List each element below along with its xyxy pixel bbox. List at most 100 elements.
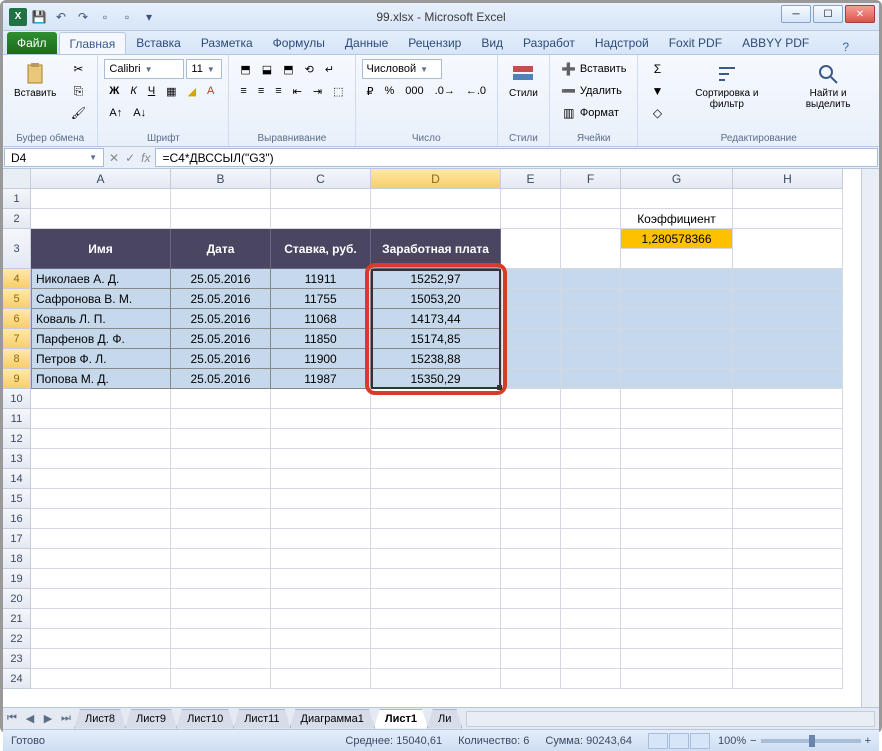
cell[interactable] — [31, 669, 171, 689]
cell[interactable] — [621, 549, 733, 569]
tab-developer[interactable]: Разработ — [513, 32, 585, 54]
cell[interactable] — [171, 529, 271, 549]
qat-item[interactable]: ▫ — [95, 7, 115, 27]
cell[interactable] — [171, 489, 271, 509]
name-box[interactable]: D4▼ — [4, 148, 104, 167]
tab-home[interactable]: Главная — [59, 32, 127, 54]
shrink-font-button[interactable]: A↓ — [128, 103, 151, 123]
indent-inc-button[interactable]: ⇥ — [308, 81, 327, 101]
zoom-level[interactable]: 100% — [718, 735, 746, 747]
dec-decimal-button[interactable]: ←.0 — [461, 81, 491, 101]
cell[interactable] — [561, 449, 621, 469]
sort-filter-button[interactable]: Сортировка и фильтр — [674, 59, 779, 113]
cell[interactable] — [171, 469, 271, 489]
row-header-12[interactable]: 12 — [3, 429, 31, 449]
cell-pay[interactable]: 15174,85 — [371, 329, 501, 349]
sheet-tab[interactable]: Лист10 — [176, 709, 234, 729]
cell[interactable] — [371, 389, 501, 409]
cell[interactable] — [621, 569, 733, 589]
cell-name[interactable]: Петров Ф. Л. — [31, 349, 171, 369]
cell[interactable] — [171, 609, 271, 629]
border-button[interactable]: ▦ — [161, 81, 181, 101]
coef-value[interactable]: 1,280578366 — [621, 229, 733, 249]
cell[interactable] — [561, 549, 621, 569]
vertical-scrollbar[interactable] — [861, 169, 879, 707]
sheet-nav-next[interactable]: ▶ — [39, 710, 57, 728]
row-header-2[interactable]: 2 — [3, 209, 31, 229]
cell[interactable] — [501, 309, 561, 329]
tab-insert[interactable]: Вставка — [126, 32, 191, 54]
sheet-tab[interactable]: Лист11 — [233, 709, 290, 729]
cell[interactable] — [171, 389, 271, 409]
tab-file[interactable]: Файл — [7, 32, 57, 54]
cell[interactable] — [171, 209, 271, 229]
indent-dec-button[interactable]: ⇤ — [288, 81, 307, 101]
cell[interactable] — [271, 389, 371, 409]
col-header-C[interactable]: C — [271, 169, 371, 189]
cell[interactable] — [31, 509, 171, 529]
cell[interactable] — [371, 569, 501, 589]
cell[interactable] — [171, 569, 271, 589]
cell[interactable] — [171, 429, 271, 449]
cell[interactable] — [501, 669, 561, 689]
horizontal-scrollbar[interactable] — [466, 711, 875, 727]
clear-button[interactable]: ◇ — [644, 103, 670, 123]
cell[interactable] — [501, 489, 561, 509]
currency-button[interactable]: ₽ — [362, 81, 379, 101]
cell[interactable] — [561, 669, 621, 689]
cell[interactable] — [501, 209, 561, 229]
close-button[interactable]: ✕ — [845, 5, 875, 23]
cell[interactable] — [561, 389, 621, 409]
cell[interactable] — [733, 589, 843, 609]
cell[interactable] — [171, 409, 271, 429]
tab-layout[interactable]: Разметка — [191, 32, 263, 54]
cell[interactable] — [501, 349, 561, 369]
cell[interactable] — [561, 609, 621, 629]
cell[interactable] — [621, 289, 733, 309]
cell[interactable] — [271, 529, 371, 549]
cell[interactable] — [621, 329, 733, 349]
cell[interactable] — [621, 489, 733, 509]
cell[interactable] — [31, 629, 171, 649]
cell[interactable] — [371, 209, 501, 229]
tab-foxit[interactable]: Foxit PDF — [659, 32, 732, 54]
cell[interactable] — [501, 529, 561, 549]
worksheet-grid[interactable]: ABCDEFGH 1234567891011121314151617181920… — [3, 169, 879, 707]
cell[interactable] — [501, 609, 561, 629]
row-header-16[interactable]: 16 — [3, 509, 31, 529]
col-header-A[interactable]: A — [31, 169, 171, 189]
cell[interactable] — [31, 429, 171, 449]
cell[interactable] — [271, 549, 371, 569]
formula-input[interactable]: =C4*ДВССЫЛ("G3") — [155, 148, 878, 167]
sheet-tab[interactable]: Лист9 — [125, 709, 177, 729]
accept-formula-icon[interactable]: ✓ — [125, 151, 135, 165]
cell-name[interactable]: Попова М. Д. — [31, 369, 171, 389]
cell-name[interactable]: Коваль Л. П. — [31, 309, 171, 329]
sheet-tab[interactable]: Диаграмма1 — [290, 709, 375, 729]
cell[interactable] — [31, 469, 171, 489]
sheet-tab[interactable]: Лист8 — [74, 709, 126, 729]
row-header-9[interactable]: 9 — [3, 369, 31, 389]
cell[interactable] — [171, 669, 271, 689]
cell-name[interactable]: Парфенов Д. Ф. — [31, 329, 171, 349]
sheet-nav-first[interactable]: ⏮ — [3, 710, 21, 728]
cell[interactable] — [561, 289, 621, 309]
cell[interactable] — [621, 389, 733, 409]
view-break-button[interactable] — [690, 733, 710, 749]
cell[interactable] — [733, 389, 843, 409]
merge-button[interactable]: ⬚ — [328, 81, 348, 101]
cell[interactable] — [271, 629, 371, 649]
col-header-F[interactable]: F — [561, 169, 621, 189]
cell-pay[interactable]: 15238,88 — [371, 349, 501, 369]
qat-item[interactable]: ▫ — [117, 7, 137, 27]
cell-date[interactable]: 25.05.2016 — [171, 309, 271, 329]
cell[interactable] — [271, 469, 371, 489]
cell[interactable] — [371, 189, 501, 209]
row-header-6[interactable]: 6 — [3, 309, 31, 329]
cell[interactable] — [733, 629, 843, 649]
cell[interactable] — [561, 369, 621, 389]
cell[interactable] — [501, 289, 561, 309]
cell[interactable] — [501, 569, 561, 589]
view-normal-button[interactable] — [648, 733, 668, 749]
autosum-button[interactable]: Σ — [644, 59, 670, 79]
